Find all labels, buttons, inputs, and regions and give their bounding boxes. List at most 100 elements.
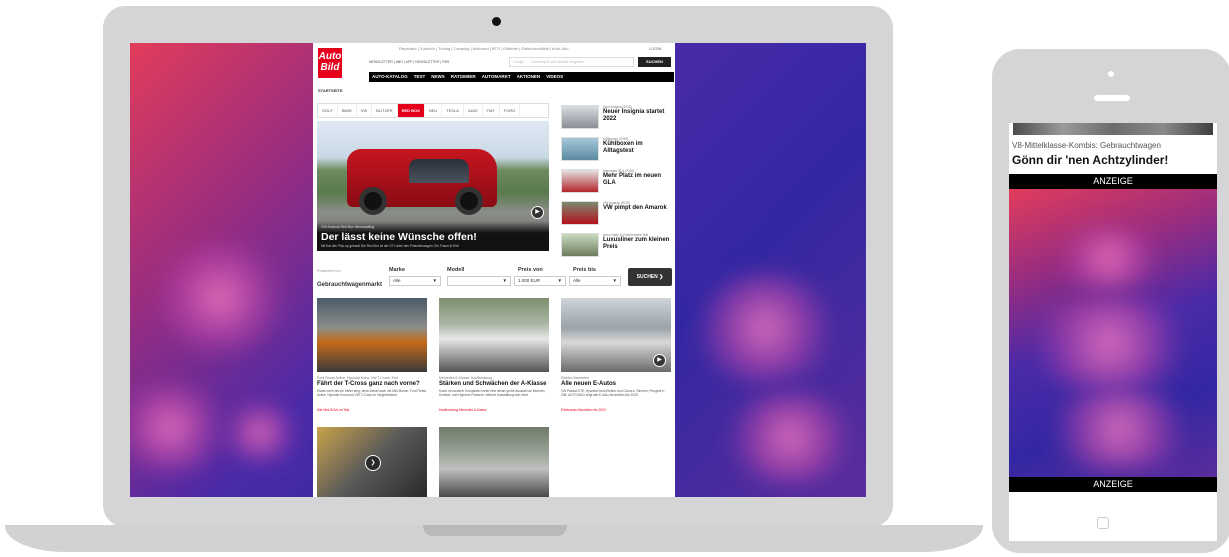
gallery-icon[interactable]: ❯ bbox=[365, 455, 381, 471]
filter-neu[interactable]: NEU bbox=[425, 104, 443, 117]
model-label: Modell bbox=[447, 267, 465, 273]
phone-article-image-strip bbox=[1013, 123, 1213, 135]
chevron-down-icon: ▼ bbox=[502, 278, 507, 283]
filter-fiat[interactable]: FIAT bbox=[483, 104, 500, 117]
ad-cloud bbox=[1049, 229, 1169, 289]
main-nav: AUTO-KATALOG TEST NEWS RATGEBER AUTOMARK… bbox=[369, 72, 674, 82]
phone-frame: V8-Mittelklasse-Kombis: Gebrauchtwagen G… bbox=[992, 49, 1229, 553]
price-to-select[interactable]: Alle ▼ bbox=[569, 276, 621, 286]
ad-cloud bbox=[1039, 389, 1199, 469]
home-button[interactable] bbox=[1090, 510, 1116, 536]
ad-cloud bbox=[130, 383, 230, 473]
search-placeholder: Suchbegriff oder Modell eingeben bbox=[531, 60, 584, 64]
laptop-screen: Auto Bild Reparatur | Zubehör | Tuning | … bbox=[130, 43, 866, 497]
nav-item-ratgeber[interactable]: RATGEBER bbox=[451, 72, 476, 82]
search-input[interactable]: Google Suchbegriff oder Modell eingeben bbox=[509, 57, 634, 67]
login-link[interactable]: LOGIN bbox=[649, 46, 661, 51]
article-card-text: Kaum ein anderer Kompakter bietet eine d… bbox=[439, 389, 546, 398]
side-news-thumbnail bbox=[561, 201, 599, 225]
nav-item-automarkt[interactable]: AUTOMARKT bbox=[482, 72, 511, 82]
article-card-image bbox=[317, 298, 427, 372]
article-card-link[interactable]: Elektroauto-Neuheiten bis 2024 bbox=[561, 408, 606, 412]
price-from-label: Preis von bbox=[518, 267, 543, 273]
ad-cloud bbox=[720, 393, 860, 483]
article-card-link[interactable]: Kaufberatung Mercedes A-Klasse bbox=[439, 408, 487, 412]
article-card-title[interactable]: Stärken und Schwächen der A-Klasse bbox=[439, 381, 546, 387]
hero-teaser: Mit Kat den Pick-up gebaut! Die Red Box … bbox=[321, 244, 460, 248]
filter-bmw[interactable]: BMW bbox=[338, 104, 357, 117]
article-card-kicker: Ford Fiesta Active, Hyundai Kona, VW T-C… bbox=[317, 376, 398, 380]
autobild-logo[interactable]: Auto Bild bbox=[318, 48, 342, 78]
price-from-select[interactable]: 1.000 EUR ▼ bbox=[514, 276, 566, 286]
side-news-title[interactable]: Neuer Insignia startet 2022 bbox=[603, 109, 673, 122]
sub-links[interactable]: NEWSLETTER | ABO | APP | NEWSLETTER | RS… bbox=[369, 60, 449, 64]
nav-item-aktionen[interactable]: AKTIONEN bbox=[517, 72, 541, 82]
nav-item-auto-katalog[interactable]: AUTO-KATALOG bbox=[372, 72, 408, 82]
filter-audi[interactable]: AUDI bbox=[464, 104, 483, 117]
phone-camera bbox=[1108, 71, 1114, 77]
article-card-kicker: Elektro-Neuheiten bbox=[561, 376, 590, 380]
side-news-item[interactable]: VW Amarok (2019) VW pimpt den Amarok bbox=[561, 199, 673, 229]
laptop-notch bbox=[423, 525, 567, 536]
market-search-button[interactable]: SUCHEN ❯ bbox=[628, 268, 672, 286]
search-provider-label: Google bbox=[513, 60, 525, 64]
side-news-item[interactable]: Iveco Daily 4x4 Wohnmobil Test Luxusline… bbox=[561, 231, 673, 261]
chevron-down-icon: ▼ bbox=[432, 278, 437, 283]
filter-tesla[interactable]: TESLA bbox=[442, 104, 464, 117]
side-news-thumbnail bbox=[561, 137, 599, 161]
laptop-camera bbox=[492, 17, 501, 26]
nav-item-news[interactable]: NEWS bbox=[431, 72, 445, 82]
ad-cloud bbox=[150, 243, 290, 353]
market-sponsor-label: Präsentiert von bbox=[317, 269, 341, 273]
phone-ad-banner[interactable] bbox=[1009, 189, 1217, 477]
article-card-text: VW Passat GTE, Hyundai Ioniq Elektro und… bbox=[561, 389, 665, 398]
search-button[interactable]: SUCHEN bbox=[638, 57, 671, 67]
filter-red-box[interactable]: RED BOX bbox=[397, 104, 425, 117]
ad-cloud bbox=[690, 273, 840, 383]
filter-ford[interactable]: FORD bbox=[500, 104, 521, 117]
side-news-title[interactable]: Kühlboxen im Alltagstest bbox=[603, 141, 673, 154]
price-to-label: Preis bis bbox=[573, 267, 596, 273]
used-car-market-widget: Präsentiert von Gebrauchtwagenmarkt Mark… bbox=[317, 265, 673, 293]
home-button-icon bbox=[1097, 517, 1109, 529]
market-title: Gebrauchtwagenmarkt bbox=[317, 282, 383, 288]
side-news-item[interactable]: Mercedes GLA (2020) Mehr Platz im neuen … bbox=[561, 167, 673, 197]
chevron-right-icon: ❯ bbox=[659, 274, 664, 280]
market-search-label: SUCHEN bbox=[636, 274, 658, 280]
phone-article-title[interactable]: Gönn dir 'nen Achtzylinder! bbox=[1012, 153, 1168, 167]
hero-article[interactable]: ▶ VW Amarok Red Box Werkstattlog Der läs… bbox=[317, 121, 549, 251]
chevron-down-icon: ▼ bbox=[612, 278, 617, 283]
breadcrumb[interactable]: STARTSEITE bbox=[318, 88, 343, 93]
play-icon[interactable]: ▶ bbox=[531, 206, 544, 219]
article-card-title[interactable]: Alle neuen E-Autos bbox=[561, 381, 616, 387]
filter-vw[interactable]: VW bbox=[357, 104, 373, 117]
side-news-item[interactable]: Kühlboxen (2019) Kühlboxen im Alltagstes… bbox=[561, 135, 673, 165]
device-mockup-stage: Auto Bild Reparatur | Zubehör | Tuning | … bbox=[0, 0, 1229, 557]
hero-kicker: VW Amarok Red Box Werkstattlog bbox=[321, 225, 375, 229]
article-card-link[interactable]: Alle Mini-SUVs im Test bbox=[317, 408, 349, 412]
side-news-thumbnail bbox=[561, 169, 599, 193]
phone-article-kicker: V8-Mittelklasse-Kombis: Gebrauchtwagen bbox=[1012, 141, 1161, 150]
article-card-title[interactable]: Fährt der T-Cross ganz nach vorne? bbox=[317, 381, 420, 387]
article-card-image bbox=[439, 427, 549, 497]
ad-label-top: ANZEIGE bbox=[1009, 174, 1217, 189]
top-nav[interactable]: Reparatur | Zubehör | Tuning | Camping |… bbox=[399, 46, 569, 51]
ad-cloud bbox=[220, 403, 300, 463]
price-to-value: Alle bbox=[573, 278, 581, 283]
make-select[interactable]: Alle ▼ bbox=[389, 276, 441, 286]
side-news-title[interactable]: Luxusliner zum kleinen Preis bbox=[603, 237, 673, 250]
nav-item-test[interactable]: TEST bbox=[414, 72, 426, 82]
side-news-item[interactable]: Opel Insignia (2022) Neuer Insignia star… bbox=[561, 103, 673, 133]
play-icon[interactable]: ▶ bbox=[653, 354, 666, 367]
filter-blitzer[interactable]: BLITZER bbox=[372, 104, 398, 117]
model-select[interactable]: ▼ bbox=[447, 276, 511, 286]
hero-title[interactable]: Der lässt keine Wünsche offen! bbox=[321, 231, 477, 243]
topic-filter-bar: GOLF BMW VW BLITZER RED BOX NEU TESLA AU… bbox=[317, 103, 549, 118]
phone-speaker bbox=[1094, 95, 1130, 101]
autobild-website: Auto Bild Reparatur | Zubehör | Tuning | … bbox=[313, 43, 675, 497]
side-news-title[interactable]: Mehr Platz im neuen GLA bbox=[603, 173, 673, 186]
nav-item-videos[interactable]: VIDEOS bbox=[546, 72, 563, 82]
chevron-down-icon: ▼ bbox=[557, 278, 562, 283]
side-news-title[interactable]: VW pimpt den Amarok bbox=[603, 205, 673, 212]
filter-golf[interactable]: GOLF bbox=[318, 104, 338, 117]
